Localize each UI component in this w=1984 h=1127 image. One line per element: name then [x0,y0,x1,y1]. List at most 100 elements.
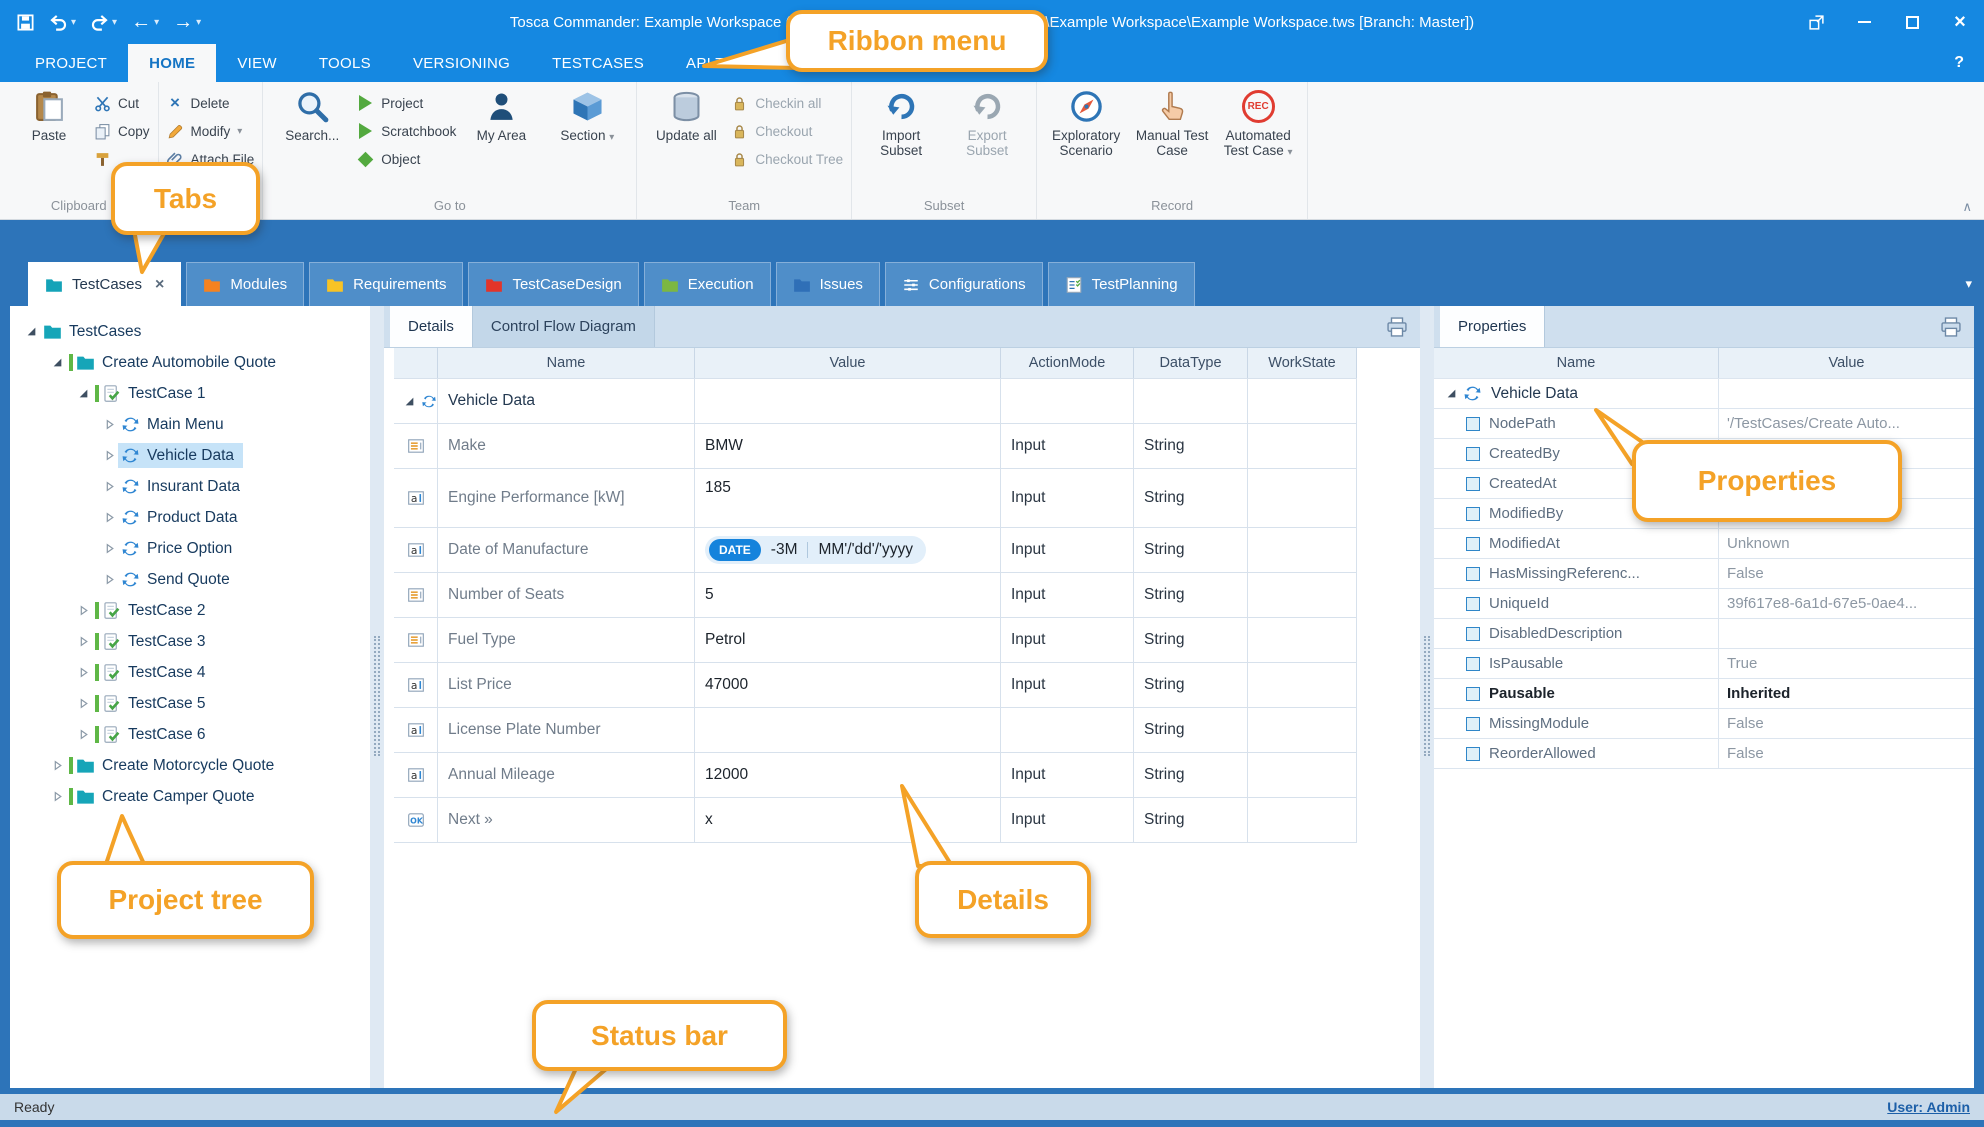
property-row-hasmissingreferences[interactable]: HasMissingReferenc...False [1434,559,1974,589]
tree-item-testcase-4[interactable]: TestCase 4 [10,657,370,688]
row-actionmode[interactable]: Input [1001,798,1134,842]
row-datatype[interactable]: String [1134,753,1248,797]
row-actionmode[interactable]: Input [1001,753,1134,797]
my-area-button[interactable]: My Area [460,84,542,195]
row-value[interactable]: 185 [695,469,1001,527]
caret-down-icon[interactable]: ▾ [609,132,614,143]
header-cell-actionmode[interactable]: ActionMode [1001,348,1134,378]
menu-tools[interactable]: TOOLS [298,44,392,82]
collapse-icon[interactable] [100,512,118,524]
property-row-missingmodule[interactable]: MissingModuleFalse [1434,709,1974,739]
row-datatype[interactable]: String [1134,663,1248,707]
close-button[interactable]: × [1936,0,1984,44]
property-row-disableddescription[interactable]: DisabledDescription [1434,619,1974,649]
expand-icon[interactable] [400,395,418,407]
tree-item-testcase-5[interactable]: TestCase 5 [10,688,370,719]
row-workstate[interactable] [1248,528,1357,572]
header-cell-value[interactable]: Value [695,348,1001,378]
row-workstate[interactable] [1248,753,1357,797]
expand-icon[interactable] [74,388,92,400]
table-row-vehicle-data[interactable]: Vehicle Data [394,379,1357,424]
tab-configurations[interactable]: Configurations [885,262,1043,306]
checkout-button[interactable]: Checkout [731,121,843,141]
row-workstate[interactable] [1248,708,1357,752]
row-actionmode[interactable]: Input [1001,663,1134,707]
tab-overflow-icon[interactable]: ▾ [1965,276,1972,292]
tree-item-testcase-2[interactable]: TestCase 2 [10,595,370,626]
collapse-icon[interactable] [100,543,118,555]
menu-home[interactable]: HOME [128,44,216,82]
export-subset-button[interactable]: Export Subset [946,84,1028,195]
save-button[interactable] [10,7,41,37]
collapse-icon[interactable] [74,698,92,710]
collapse-icon[interactable] [48,760,66,772]
row-datatype[interactable]: String [1134,798,1248,842]
row-value[interactable]: DATE -3M MM'/'dd'/'yyyy [695,528,1001,572]
property-row-reorderallowed[interactable]: ReorderAllowedFalse [1434,739,1974,769]
row-actionmode[interactable] [1001,708,1134,752]
row-actionmode[interactable]: Input [1001,424,1134,468]
tree-item-main-menu[interactable]: Main Menu [10,409,370,440]
search-button[interactable]: Search... [271,84,353,195]
tab-issues[interactable]: Issues [776,262,880,306]
tree-item-testcases[interactable]: TestCases [10,316,370,347]
date-value-pill[interactable]: DATE -3M MM'/'dd'/'yyyy [705,536,926,564]
property-row-pausable[interactable]: PausableInherited [1434,679,1974,709]
redo-button[interactable]: ▾ [84,7,123,37]
collapse-icon[interactable] [74,667,92,679]
tab-testcasedesign[interactable]: TestCaseDesign [468,262,638,306]
tree-item-price-option[interactable]: Price Option [10,533,370,564]
row-actionmode[interactable]: Input [1001,469,1134,527]
row-workstate[interactable] [1248,618,1357,662]
collapse-icon[interactable] [74,636,92,648]
update-all-button[interactable]: Update all [645,84,727,195]
collapse-icon[interactable] [100,450,118,462]
header-cell-value[interactable]: Value [1719,348,1974,378]
row-datatype[interactable]: String [1134,618,1248,662]
tab-testplanning[interactable]: TestPlanning [1048,262,1195,306]
caret-down-icon[interactable]: ▾ [154,17,159,28]
collapse-icon[interactable] [74,605,92,617]
property-row-modifiedat[interactable]: ModifiedAtUnknown [1434,529,1974,559]
table-row-make[interactable]: Make BMW Input String [394,424,1357,469]
goto-scratchbook-button[interactable]: Scratchbook [357,121,456,141]
collapse-ribbon-icon[interactable]: ∧ [1962,199,1972,215]
popout-button[interactable] [1792,0,1840,44]
table-row-number-of-seats[interactable]: Number of Seats 5 Input String [394,573,1357,618]
row-workstate[interactable] [1248,798,1357,842]
back-button[interactable]: ←▾ [125,7,165,37]
table-row-list-price[interactable]: List Price 47000 Input String [394,663,1357,708]
menu-project[interactable]: PROJECT [14,44,128,82]
tab-requirements[interactable]: Requirements [309,262,463,306]
exploratory-scenario-button[interactable]: Exploratory Scenario [1045,84,1127,195]
goto-object-button[interactable]: Object [357,149,456,169]
collapse-icon[interactable] [100,419,118,431]
automated-test-case-button[interactable]: RECAutomated Test Case ▾ [1217,84,1299,195]
collapse-icon[interactable] [100,481,118,493]
table-row-engine-performance[interactable]: Engine Performance [kW] 185 Input String [394,469,1357,528]
row-actionmode[interactable]: Input [1001,618,1134,662]
table-row-fuel-type[interactable]: Fuel Type Petrol Input String [394,618,1357,663]
table-row-next[interactable]: Next » x Input String [394,798,1357,843]
property-row-ispausable[interactable]: IsPausableTrue [1434,649,1974,679]
collapse-icon[interactable] [100,574,118,586]
tree-item-vehicle-data[interactable]: Vehicle Data [10,440,370,471]
tab-execution[interactable]: Execution [644,262,771,306]
caret-down-icon[interactable]: ▾ [237,126,242,137]
tree-item-insurant-data[interactable]: Insurant Data [10,471,370,502]
row-datatype[interactable]: String [1134,528,1248,572]
splitter[interactable] [1420,306,1434,1088]
goto-project-button[interactable]: Project [357,93,456,113]
collapse-icon[interactable] [48,791,66,803]
checkin-all-button[interactable]: Checkin all [731,93,843,113]
tab-modules[interactable]: Modules [186,262,304,306]
header-cell-name[interactable]: Name [1434,348,1719,378]
print-icon[interactable] [1940,316,1962,338]
print-icon[interactable] [1386,316,1408,338]
row-value[interactable]: 5 [695,573,1001,617]
table-row-license-plate-number[interactable]: License Plate Number String [394,708,1357,753]
row-workstate[interactable] [1248,469,1357,527]
row-actionmode[interactable]: Input [1001,528,1134,572]
table-row-annual-mileage[interactable]: Annual Mileage 12000 Input String [394,753,1357,798]
caret-down-icon[interactable]: ▾ [196,17,201,28]
